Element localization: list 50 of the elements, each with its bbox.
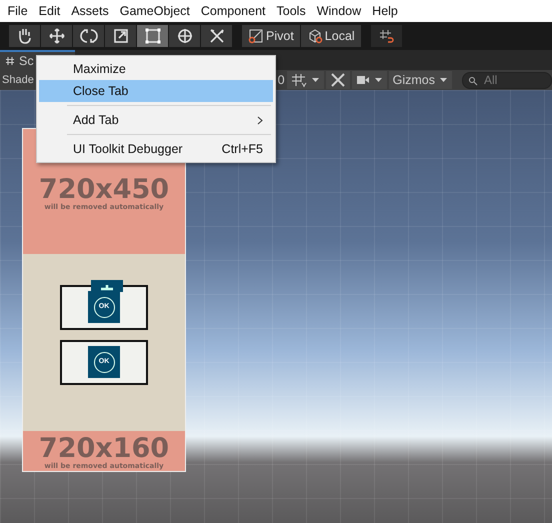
pivot-button[interactable]: Pivot bbox=[242, 25, 300, 47]
camera-button[interactable] bbox=[352, 71, 387, 89]
pivot-icon bbox=[248, 28, 264, 44]
menu-item[interactable]: GameObject bbox=[114, 2, 196, 20]
chevron-right-icon bbox=[257, 116, 263, 124]
tool-button[interactable] bbox=[201, 25, 232, 47]
snap-button[interactable] bbox=[370, 25, 402, 47]
move-icon bbox=[48, 27, 66, 45]
transform-icon bbox=[176, 27, 194, 45]
tool-button[interactable] bbox=[73, 25, 104, 47]
menu-item[interactable]: Close Tab bbox=[39, 80, 273, 102]
menu-item[interactable]: Help bbox=[366, 2, 404, 20]
rotate-icon bbox=[80, 27, 98, 45]
menu-item[interactable]: UI Toolkit Debugger Ctrl+F5 bbox=[39, 138, 273, 160]
tab-label: Sc bbox=[19, 52, 34, 70]
camera-icon bbox=[356, 74, 370, 86]
shading-label: Shade bbox=[1, 72, 34, 88]
search-icon bbox=[468, 76, 479, 86]
menu-item[interactable]: File bbox=[2, 2, 34, 20]
tool-button[interactable] bbox=[105, 25, 136, 47]
menu-item[interactable]: Edit bbox=[33, 2, 66, 20]
grid-button[interactable] bbox=[286, 71, 324, 89]
caret-icon bbox=[439, 76, 448, 84]
menu-item[interactable]: Component bbox=[195, 2, 272, 20]
menu-item[interactable]: Tools bbox=[271, 2, 312, 20]
rect-tool-icon bbox=[144, 27, 162, 45]
banner-size: 720x450 bbox=[38, 176, 170, 203]
hash-icon bbox=[5, 56, 15, 66]
scale-value: 0 bbox=[278, 72, 285, 89]
caret-icon bbox=[374, 76, 383, 84]
tool-button[interactable] bbox=[9, 25, 40, 47]
anchor-icon bbox=[91, 280, 123, 292]
tool-button[interactable] bbox=[169, 25, 200, 47]
grid-snap-icon bbox=[378, 28, 394, 44]
banner-size: 720x160 bbox=[38, 435, 170, 462]
caret-icon bbox=[310, 76, 320, 84]
menu-item[interactable]: Add Tab bbox=[39, 109, 273, 131]
gizmos-button[interactable]: Gizmos bbox=[388, 71, 452, 89]
menu-item[interactable]: Maximize bbox=[39, 58, 273, 80]
scale-icon bbox=[112, 27, 130, 45]
local-button[interactable]: Local bbox=[300, 25, 361, 47]
tools-button[interactable] bbox=[326, 71, 350, 89]
tool-button[interactable] bbox=[137, 25, 168, 47]
search-field[interactable]: All bbox=[462, 72, 552, 88]
menu-item[interactable]: Assets bbox=[66, 2, 114, 20]
shortcut-label: Ctrl+F5 bbox=[222, 140, 263, 158]
tool-button[interactable] bbox=[41, 25, 72, 47]
cube-icon bbox=[306, 28, 323, 44]
grid-icon bbox=[290, 73, 307, 87]
menu-item[interactable]: Window bbox=[311, 2, 367, 20]
